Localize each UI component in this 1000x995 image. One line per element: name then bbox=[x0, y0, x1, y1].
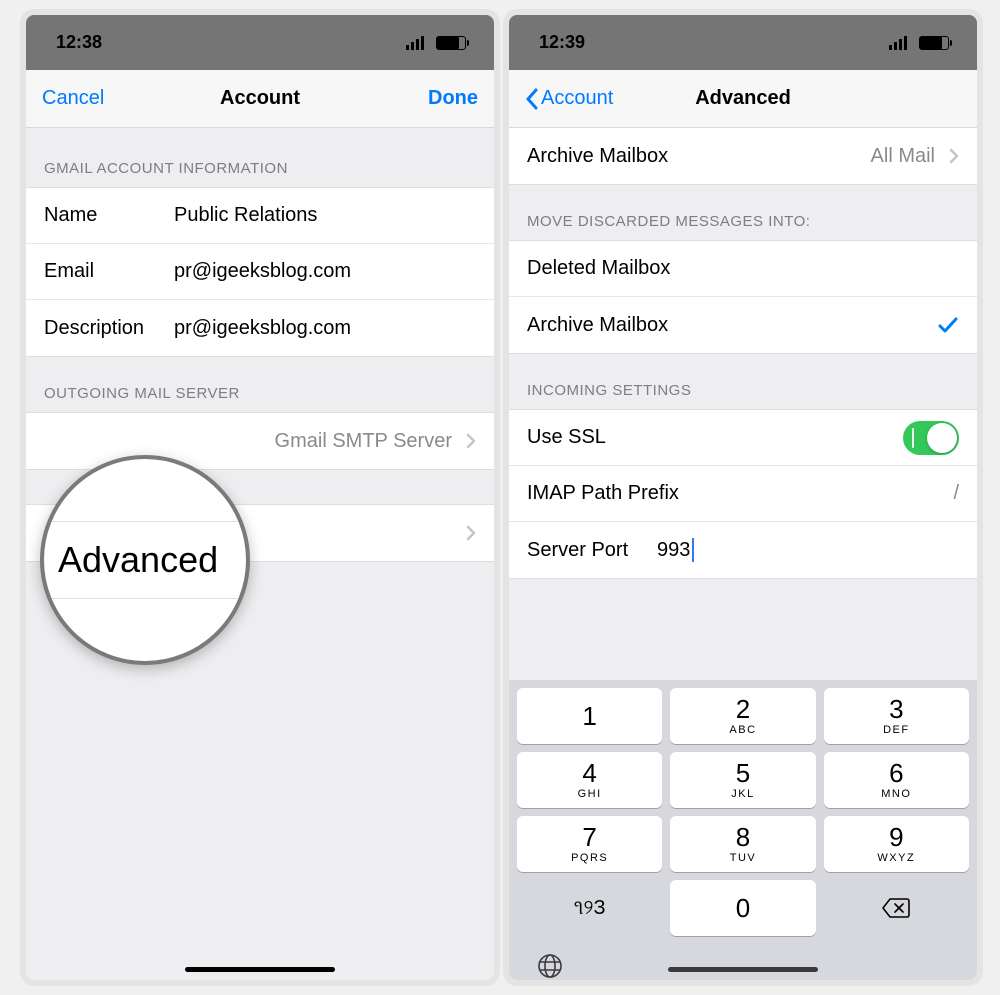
key-9[interactable]: 9WXYZ bbox=[824, 816, 969, 872]
use-ssl-label: Use SSL bbox=[527, 426, 903, 449]
archive-mailbox-opt-label: Archive Mailbox bbox=[527, 314, 937, 337]
row-archive-mailbox-opt[interactable]: Archive Mailbox bbox=[509, 297, 977, 353]
number-keypad: 12ABC3DEF4GHI5JKL6MNO7PQRS8TUV9WXYZ ૧୨З … bbox=[509, 680, 977, 980]
section-header-outgoing: OUTGOING MAIL SERVER bbox=[26, 357, 494, 412]
chevron-right-icon bbox=[466, 525, 476, 541]
chevron-right-icon bbox=[949, 148, 959, 164]
screenshot-advanced: 12:39 Account Advanced Archive Mailbox A… bbox=[509, 15, 977, 980]
home-indicator bbox=[668, 967, 818, 972]
cellular-signal-icon bbox=[406, 36, 424, 50]
magnifier-advanced: Advanced bbox=[40, 455, 250, 665]
status-time: 12:39 bbox=[539, 32, 585, 53]
smtp-value: Gmail SMTP Server bbox=[174, 430, 458, 453]
key-backspace[interactable] bbox=[824, 880, 969, 936]
done-button[interactable]: Done bbox=[388, 87, 478, 110]
back-label: Account bbox=[541, 87, 613, 110]
email-label: Email bbox=[44, 260, 174, 283]
screenshot-account: 12:38 Cancel Account Done GMAIL ACCOUNT … bbox=[26, 15, 494, 980]
key-4[interactable]: 4GHI bbox=[517, 752, 662, 808]
key-alt-script[interactable]: ૧୨З bbox=[517, 880, 662, 936]
row-smtp[interactable]: Gmail SMTP Server bbox=[26, 413, 494, 469]
server-port-value[interactable]: 993 bbox=[657, 539, 690, 562]
cancel-button[interactable]: Cancel bbox=[42, 87, 132, 110]
email-value: pr@igeeksblog.com bbox=[174, 260, 476, 283]
nav-title: Advanced bbox=[615, 87, 871, 110]
key-7[interactable]: 7PQRS bbox=[517, 816, 662, 872]
key-8[interactable]: 8TUV bbox=[670, 816, 815, 872]
imap-prefix-value: / bbox=[945, 482, 959, 505]
globe-icon[interactable] bbox=[537, 953, 563, 981]
name-label: Name bbox=[44, 204, 174, 227]
row-use-ssl: Use SSL bbox=[509, 410, 977, 466]
key-2[interactable]: 2ABC bbox=[670, 688, 815, 744]
status-bar: 12:39 bbox=[509, 15, 977, 70]
archive-mailbox-value: All Mail bbox=[668, 145, 941, 168]
imap-prefix-label: IMAP Path Prefix bbox=[527, 482, 945, 505]
nav-bar: Cancel Account Done bbox=[26, 70, 494, 128]
battery-icon bbox=[436, 36, 466, 50]
cellular-signal-icon bbox=[889, 36, 907, 50]
key-5[interactable]: 5JKL bbox=[670, 752, 815, 808]
row-email[interactable]: Email pr@igeeksblog.com bbox=[26, 244, 494, 300]
chevron-left-icon bbox=[525, 88, 539, 110]
row-deleted-mailbox[interactable]: Deleted Mailbox bbox=[509, 241, 977, 297]
row-server-port[interactable]: Server Port 993 bbox=[509, 522, 977, 578]
home-indicator bbox=[185, 967, 335, 972]
section-header-incoming: INCOMING SETTINGS bbox=[509, 354, 977, 409]
status-time: 12:38 bbox=[56, 32, 102, 53]
name-value: Public Relations bbox=[174, 204, 476, 227]
nav-bar: Account Advanced bbox=[509, 70, 977, 128]
row-imap-prefix[interactable]: IMAP Path Prefix / bbox=[509, 466, 977, 522]
section-header-discarded: MOVE DISCARDED MESSAGES INTO: bbox=[509, 185, 977, 240]
magnified-label: Advanced bbox=[44, 539, 246, 581]
description-value: pr@igeeksblog.com bbox=[174, 317, 476, 340]
advanced-content: Archive Mailbox All Mail MOVE DISCARDED … bbox=[509, 128, 977, 680]
deleted-mailbox-label: Deleted Mailbox bbox=[527, 257, 959, 280]
back-button[interactable]: Account bbox=[525, 87, 615, 110]
row-description[interactable]: Description pr@igeeksblog.com bbox=[26, 300, 494, 356]
chevron-right-icon bbox=[466, 433, 476, 449]
text-cursor bbox=[692, 538, 694, 562]
check-icon bbox=[937, 314, 959, 336]
server-port-label: Server Port bbox=[527, 539, 657, 562]
row-archive-mailbox[interactable]: Archive Mailbox All Mail bbox=[509, 128, 977, 184]
archive-mailbox-label: Archive Mailbox bbox=[527, 145, 668, 168]
use-ssl-toggle[interactable] bbox=[903, 421, 959, 455]
battery-icon bbox=[919, 36, 949, 50]
section-header-account-info: GMAIL ACCOUNT INFORMATION bbox=[26, 128, 494, 187]
key-0[interactable]: 0 bbox=[670, 880, 815, 936]
key-1[interactable]: 1 bbox=[517, 688, 662, 744]
row-name[interactable]: Name Public Relations bbox=[26, 188, 494, 244]
key-6[interactable]: 6MNO bbox=[824, 752, 969, 808]
status-bar: 12:38 bbox=[26, 15, 494, 70]
description-label: Description bbox=[44, 317, 174, 340]
key-3[interactable]: 3DEF bbox=[824, 688, 969, 744]
nav-title: Account bbox=[132, 87, 388, 110]
